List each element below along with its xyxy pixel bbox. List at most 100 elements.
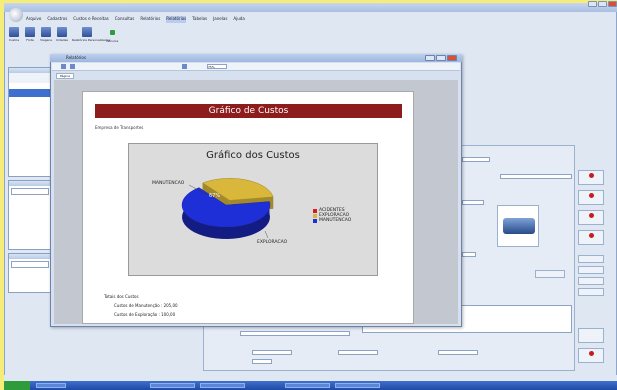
panel-header <box>9 254 51 259</box>
menu-tabelas[interactable]: Tabelas <box>192 16 207 23</box>
toolbar-veiculos-button[interactable]: Veículos <box>106 27 118 49</box>
left-panel-bottom <box>8 253 52 293</box>
menu-custos[interactable]: Custos e Receitas <box>73 16 108 23</box>
taskbar-item[interactable] <box>36 383 66 388</box>
value-field[interactable] <box>252 359 272 364</box>
menu-cadastros[interactable]: Cadastros <box>47 16 67 23</box>
value-field[interactable] <box>252 350 292 355</box>
document-icon <box>41 27 51 37</box>
maximize-button[interactable] <box>598 1 607 7</box>
left-panel-top <box>8 67 52 177</box>
ok-button[interactable] <box>578 328 604 343</box>
form-select[interactable] <box>462 200 484 205</box>
toolbar-label: Viagens <box>40 38 52 42</box>
side-action-button[interactable] <box>578 210 604 225</box>
report-window-title: Relatórios <box>66 55 86 60</box>
document-icon <box>25 27 35 37</box>
panel-toolbar <box>9 73 51 83</box>
chart-legend: ACIDENTES EXPLORACAO MANUTENCAO <box>313 208 351 223</box>
total-line: Custos de Manutenção : 205,00 <box>114 303 178 308</box>
side-action-button[interactable] <box>578 170 604 185</box>
tab-pagina[interactable]: Página <box>56 73 74 79</box>
document-icon <box>9 27 19 37</box>
menu-consultas[interactable]: Consultas <box>115 16 135 23</box>
taskbar-item[interactable] <box>150 383 195 388</box>
slice-label-manutencao: MANUTENCAO <box>152 180 185 186</box>
left-panel-middle <box>8 180 52 250</box>
side-link[interactable] <box>578 266 604 274</box>
slice-label-exploracao: EXPLORACAO <box>257 239 288 245</box>
toolbar-relatorios-button[interactable]: Relatórios Personalizados <box>72 27 111 49</box>
menu-bar: Arquivo Cadastros Custos e Receitas Cons… <box>26 16 245 23</box>
plus-icon <box>109 30 115 35</box>
action-icon <box>588 173 594 178</box>
minimize-button[interactable] <box>588 1 597 7</box>
exit-button[interactable] <box>578 348 604 363</box>
document-icon <box>82 27 92 37</box>
leader-line <box>264 230 269 239</box>
van-image <box>503 218 535 234</box>
menu-relatorios[interactable]: Relatórios <box>140 16 160 23</box>
report-subtitle: Empresa de Transportes <box>95 125 144 130</box>
toolbar-custos-button[interactable]: Custos <box>8 27 20 49</box>
report-minimize-button[interactable] <box>425 55 435 61</box>
toolbar: Custos Frota Viagens Cidades Relatórios … <box>8 27 118 49</box>
taskbar-item[interactable] <box>200 383 245 388</box>
report-close-button[interactable] <box>447 55 457 61</box>
form-select[interactable] <box>500 174 572 179</box>
toolbar-label: Veículos <box>106 39 119 43</box>
total-line: Custos de Exploração : 100,00 <box>114 312 176 317</box>
close-button[interactable] <box>608 1 617 7</box>
action-icon <box>588 351 594 356</box>
totals-header: Totais dos Custos <box>104 294 139 299</box>
data-label-pct: 67% <box>209 193 220 199</box>
taskbar-item[interactable] <box>285 383 330 388</box>
action-icon <box>588 233 594 238</box>
report-toolbar: 75% <box>52 63 460 71</box>
zoom-select[interactable]: 75% <box>207 64 227 69</box>
menu-janelas[interactable]: Janelas <box>213 16 227 23</box>
side-action-button[interactable] <box>578 230 604 245</box>
panel-header <box>9 181 51 186</box>
side-link[interactable] <box>578 277 604 285</box>
menu-arquivo[interactable]: Arquivo <box>26 16 41 23</box>
side-link[interactable] <box>578 288 604 296</box>
list-item[interactable] <box>11 188 49 195</box>
form-select[interactable] <box>462 157 490 162</box>
browse-button[interactable] <box>535 270 565 278</box>
legend-label: MANUTENCAO <box>319 218 352 223</box>
report-banner: Gráfico de Custos <box>95 104 402 118</box>
value-field[interactable] <box>438 350 478 355</box>
report-title-bar: Relatórios <box>50 54 462 62</box>
menu-relatorios-2[interactable]: Relatórios <box>166 16 187 23</box>
side-action-button[interactable] <box>578 190 604 205</box>
start-button[interactable] <box>4 381 30 390</box>
form-field[interactable] <box>462 252 476 257</box>
toolbar-viagens-button[interactable]: Viagens <box>40 27 52 49</box>
report-maximize-button[interactable] <box>436 55 446 61</box>
legend-swatch <box>313 208 317 213</box>
list-item[interactable] <box>9 93 51 97</box>
toolbar-label: Custos <box>8 38 20 42</box>
action-icon <box>588 193 594 198</box>
totals-section: Totais dos Custos Custos de Manutenção :… <box>104 292 178 319</box>
save-icon[interactable] <box>70 64 75 69</box>
menu-ajuda[interactable]: Ajuda <box>233 16 244 23</box>
toolbar-frota-button[interactable]: Frota <box>24 27 36 49</box>
print-icon[interactable] <box>61 64 66 69</box>
list-item[interactable] <box>11 261 49 268</box>
title-bar <box>4 3 617 12</box>
toolbar-label: Cidades <box>56 38 68 42</box>
legend-swatch <box>313 213 317 218</box>
toolbar-cidades-button[interactable]: Cidades <box>56 27 68 49</box>
app-logo <box>9 8 23 22</box>
taskbar-item[interactable] <box>335 383 380 388</box>
toolbar-label: Frota <box>26 38 34 42</box>
document-icon <box>57 27 67 37</box>
toolbar-label: Relatórios Personalizados <box>72 38 111 42</box>
observation-field[interactable] <box>240 331 350 336</box>
side-link[interactable] <box>578 255 604 263</box>
legend-item: MANUTENCAO <box>313 218 351 223</box>
page-view-icon[interactable] <box>182 64 187 69</box>
value-field[interactable] <box>338 350 378 355</box>
